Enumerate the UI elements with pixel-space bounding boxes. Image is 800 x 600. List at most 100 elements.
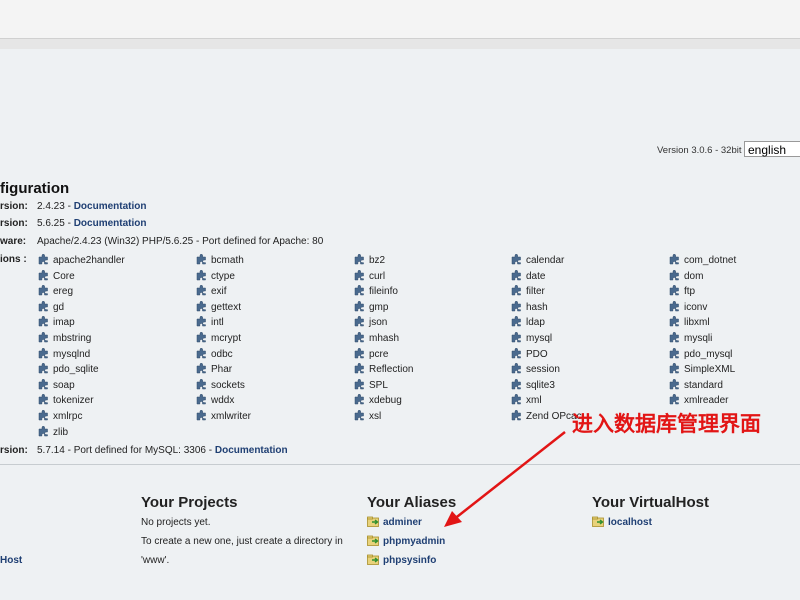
extension-label: zlib bbox=[53, 426, 69, 438]
extension-label: bcmath bbox=[211, 255, 244, 266]
extension-label: xdebug bbox=[369, 395, 402, 407]
alias-adminer-label: adminer bbox=[383, 517, 422, 528]
vhost-localhost-link[interactable]: localhost bbox=[592, 516, 652, 528]
extension-item: tokenizer bbox=[38, 394, 94, 406]
extension-item: fileinfo bbox=[354, 285, 398, 297]
extension-label: ldap bbox=[526, 317, 545, 329]
extension-label: PDO bbox=[526, 348, 548, 360]
apache-version-row: 2.4.23 - Documentation bbox=[37, 201, 146, 212]
extension-item: xmlreader bbox=[669, 394, 728, 406]
extension-label: filter bbox=[526, 286, 545, 298]
extension-label: sqlite3 bbox=[526, 379, 555, 391]
puzzle-icon bbox=[354, 378, 364, 390]
puzzle-icon bbox=[196, 410, 206, 421]
puzzle-icon bbox=[669, 332, 679, 343]
apache-version-value: 2.4.23 bbox=[37, 201, 65, 212]
extension-label: sockets bbox=[211, 379, 245, 391]
extension-label: calendar bbox=[526, 255, 565, 266]
puzzle-icon bbox=[511, 300, 521, 312]
puzzle-icon bbox=[38, 332, 48, 343]
puzzle-icon bbox=[38, 347, 48, 358]
puzzle-icon bbox=[196, 285, 206, 296]
puzzle-icon bbox=[354, 254, 364, 265]
extension-label: mysql bbox=[526, 333, 553, 344]
extension-item: bz2 bbox=[354, 254, 385, 266]
puzzle-icon bbox=[38, 285, 48, 296]
extension-label: iconv bbox=[684, 301, 708, 313]
folder-arrow-icon bbox=[592, 516, 604, 527]
extension-label: mbstring bbox=[53, 333, 92, 344]
extension-label: wddx bbox=[211, 395, 235, 407]
extension-label: xmlrpc bbox=[53, 411, 83, 422]
puzzle-icon bbox=[511, 254, 521, 265]
extension-item: ereg bbox=[38, 285, 73, 297]
puzzle-icon bbox=[354, 316, 364, 327]
puzzle-icon bbox=[669, 394, 679, 405]
folder-arrow-icon bbox=[367, 535, 379, 546]
projects-empty-text: No projects yet. bbox=[141, 517, 211, 528]
apache-version-label: rsion: bbox=[0, 201, 28, 212]
extension-item: date bbox=[511, 269, 545, 282]
server-software-value: Apache/2.4.23 (Win32) PHP/5.6.25 - Port … bbox=[37, 236, 324, 247]
extension-label: apache2handler bbox=[53, 255, 125, 266]
extension-item: mysqli bbox=[669, 332, 712, 344]
puzzle-icon bbox=[511, 378, 521, 390]
mysql-version-value: 5.7.14 - Port defined for MySQL: 3306 - bbox=[37, 445, 213, 456]
puzzle-icon bbox=[511, 269, 521, 280]
extension-item: PDO bbox=[511, 347, 548, 360]
extension-label: dom bbox=[684, 270, 704, 282]
puzzle-icon bbox=[38, 269, 48, 280]
alias-phpmyadmin-link[interactable]: phpmyadmin bbox=[367, 535, 445, 547]
extension-item: filter bbox=[511, 285, 545, 297]
puzzle-icon bbox=[196, 254, 206, 265]
extension-item: ctype bbox=[196, 269, 235, 282]
extension-item: ldap bbox=[511, 316, 545, 328]
puzzle-icon bbox=[196, 316, 206, 327]
projects-title: Your Projects bbox=[141, 494, 238, 511]
language-select[interactable]: english bbox=[744, 141, 800, 157]
extension-item: zlib bbox=[38, 425, 69, 438]
extension-item: apache2handler bbox=[38, 254, 125, 266]
puzzle-icon bbox=[38, 410, 48, 421]
alias-adminer-link[interactable]: adminer bbox=[367, 516, 422, 528]
puzzle-icon bbox=[669, 378, 679, 390]
alias-phpsysinfo-label: phpsysinfo bbox=[383, 555, 437, 566]
extension-item: dom bbox=[669, 269, 704, 282]
extension-item: xmlrpc bbox=[38, 410, 82, 422]
extension-item: gd bbox=[38, 300, 64, 313]
extension-label: fileinfo bbox=[369, 286, 398, 298]
extension-label: Core bbox=[53, 270, 75, 282]
folder-arrow-icon bbox=[367, 516, 379, 527]
extension-item: sockets bbox=[196, 378, 245, 391]
apache-documentation-link[interactable]: Documentation bbox=[74, 201, 147, 212]
php-version-value: 5.6.25 bbox=[37, 218, 65, 229]
puzzle-icon bbox=[354, 300, 364, 312]
puzzle-icon bbox=[354, 332, 364, 343]
puzzle-icon bbox=[669, 285, 679, 296]
extension-label: soap bbox=[53, 379, 75, 391]
browser-top-area bbox=[0, 0, 800, 38]
extension-item: gmp bbox=[354, 300, 388, 313]
puzzle-icon bbox=[354, 394, 364, 405]
puzzle-icon bbox=[511, 332, 521, 343]
extension-label: pdo_sqlite bbox=[53, 364, 99, 376]
puzzle-icon bbox=[38, 378, 48, 390]
puzzle-icon bbox=[354, 285, 364, 296]
extension-label: imap bbox=[53, 317, 75, 329]
puzzle-icon bbox=[38, 363, 48, 374]
php-documentation-link[interactable]: Documentation bbox=[74, 218, 147, 229]
puzzle-icon bbox=[38, 425, 48, 436]
extension-label: curl bbox=[369, 270, 386, 282]
extension-label: gettext bbox=[211, 301, 242, 313]
extension-item: Phar bbox=[196, 363, 232, 375]
extension-item: xml bbox=[511, 394, 542, 406]
extension-label: xsl bbox=[369, 411, 382, 422]
extension-label: pcre bbox=[369, 348, 389, 360]
mysql-documentation-link[interactable]: Documentation bbox=[215, 445, 288, 456]
left-host-link[interactable]: Host bbox=[0, 555, 22, 566]
extension-label: odbc bbox=[211, 348, 233, 360]
puzzle-icon bbox=[354, 347, 364, 358]
extension-label: mysqlnd bbox=[53, 348, 91, 360]
alias-phpsysinfo-link[interactable]: phpsysinfo bbox=[367, 554, 436, 566]
extension-item: Zend OPcac bbox=[511, 410, 582, 422]
